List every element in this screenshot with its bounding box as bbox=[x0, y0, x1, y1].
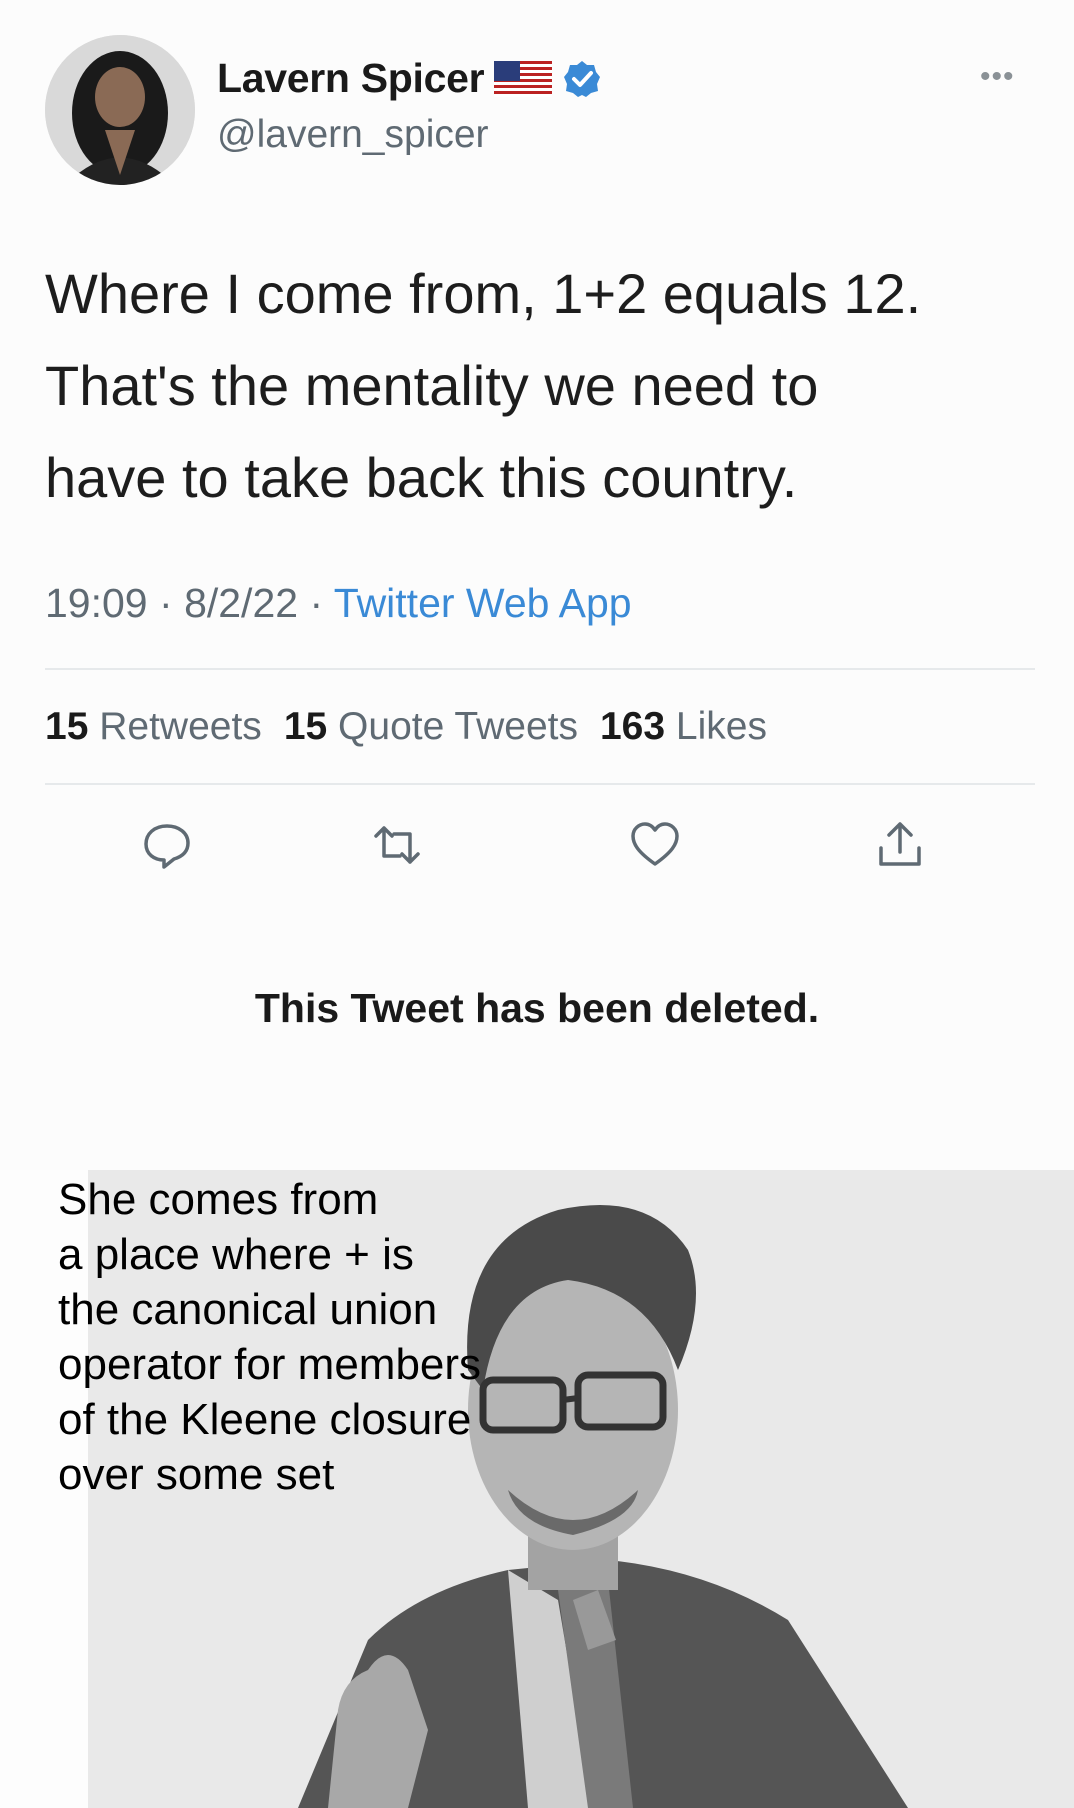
retweets-stat[interactable]: 15 Retweets bbox=[45, 705, 262, 749]
likes-label: Likes bbox=[675, 705, 767, 748]
caption-line: She comes from bbox=[58, 1175, 379, 1224]
meme-panel: She comes from a place where + is the ca… bbox=[0, 1170, 1074, 1808]
meme-caption: She comes from a place where + is the ca… bbox=[58, 1172, 558, 1502]
retweet-icon[interactable] bbox=[370, 818, 424, 872]
tweet-date[interactable]: 8/2/22 bbox=[184, 580, 298, 626]
like-heart-icon[interactable] bbox=[628, 818, 682, 872]
us-flag-icon bbox=[494, 60, 553, 97]
likes-count: 163 bbox=[599, 705, 666, 748]
tweet-meta: 19:09 · 8/2/22 · Twitter Web App bbox=[45, 580, 632, 627]
caption-line: the canonical union bbox=[58, 1285, 438, 1334]
quotes-label: Quote Tweets bbox=[338, 705, 578, 748]
caption-line: operator for members bbox=[58, 1340, 482, 1389]
tweet-stats: 15 Retweets 15 Quote Tweets 163 Likes bbox=[45, 705, 767, 749]
likes-stat[interactable]: 163 Likes bbox=[600, 705, 767, 749]
tweet-text: Where I come from, 1+2 equals 12. That's… bbox=[45, 248, 1025, 524]
retweets-count: 15 bbox=[45, 705, 89, 748]
tweet-text-line: have to take back this country. bbox=[45, 446, 798, 509]
quote-tweets-stat[interactable]: 15 Quote Tweets bbox=[284, 705, 578, 749]
deleted-notice: This Tweet has been deleted. bbox=[254, 985, 820, 1031]
divider bbox=[45, 668, 1035, 670]
share-icon[interactable] bbox=[873, 818, 927, 872]
tweet-text-line: That's the mentality we need to bbox=[45, 354, 819, 417]
caption-line: a place where + is bbox=[58, 1230, 414, 1279]
tweet-time[interactable]: 19:09 bbox=[45, 580, 148, 626]
tweet-source[interactable]: Twitter Web App bbox=[334, 580, 632, 626]
avatar-photo bbox=[45, 35, 195, 185]
quotes-count: 15 bbox=[283, 705, 328, 748]
author-handle[interactable]: @lavern_spicer bbox=[217, 113, 489, 157]
caption-line: over some set bbox=[58, 1450, 335, 1499]
author-name[interactable]: Lavern Spicer bbox=[217, 55, 485, 102]
caption-line: of the Kleene closure bbox=[58, 1395, 472, 1444]
retweets-label: Retweets bbox=[99, 705, 262, 748]
verified-badge-icon bbox=[564, 60, 601, 97]
avatar[interactable] bbox=[45, 35, 195, 185]
divider bbox=[45, 783, 1035, 785]
tweet-text-line: Where I come from, 1+2 equals 12. bbox=[45, 262, 922, 325]
more-dots-icon[interactable]: ••• bbox=[980, 60, 1015, 94]
reply-icon[interactable] bbox=[140, 818, 194, 872]
separator-dot: · bbox=[159, 580, 185, 626]
tweet-card: Lavern Spicer @lavern_spicer ••• Where I… bbox=[0, 0, 1074, 1170]
separator-dot: · bbox=[309, 580, 334, 626]
